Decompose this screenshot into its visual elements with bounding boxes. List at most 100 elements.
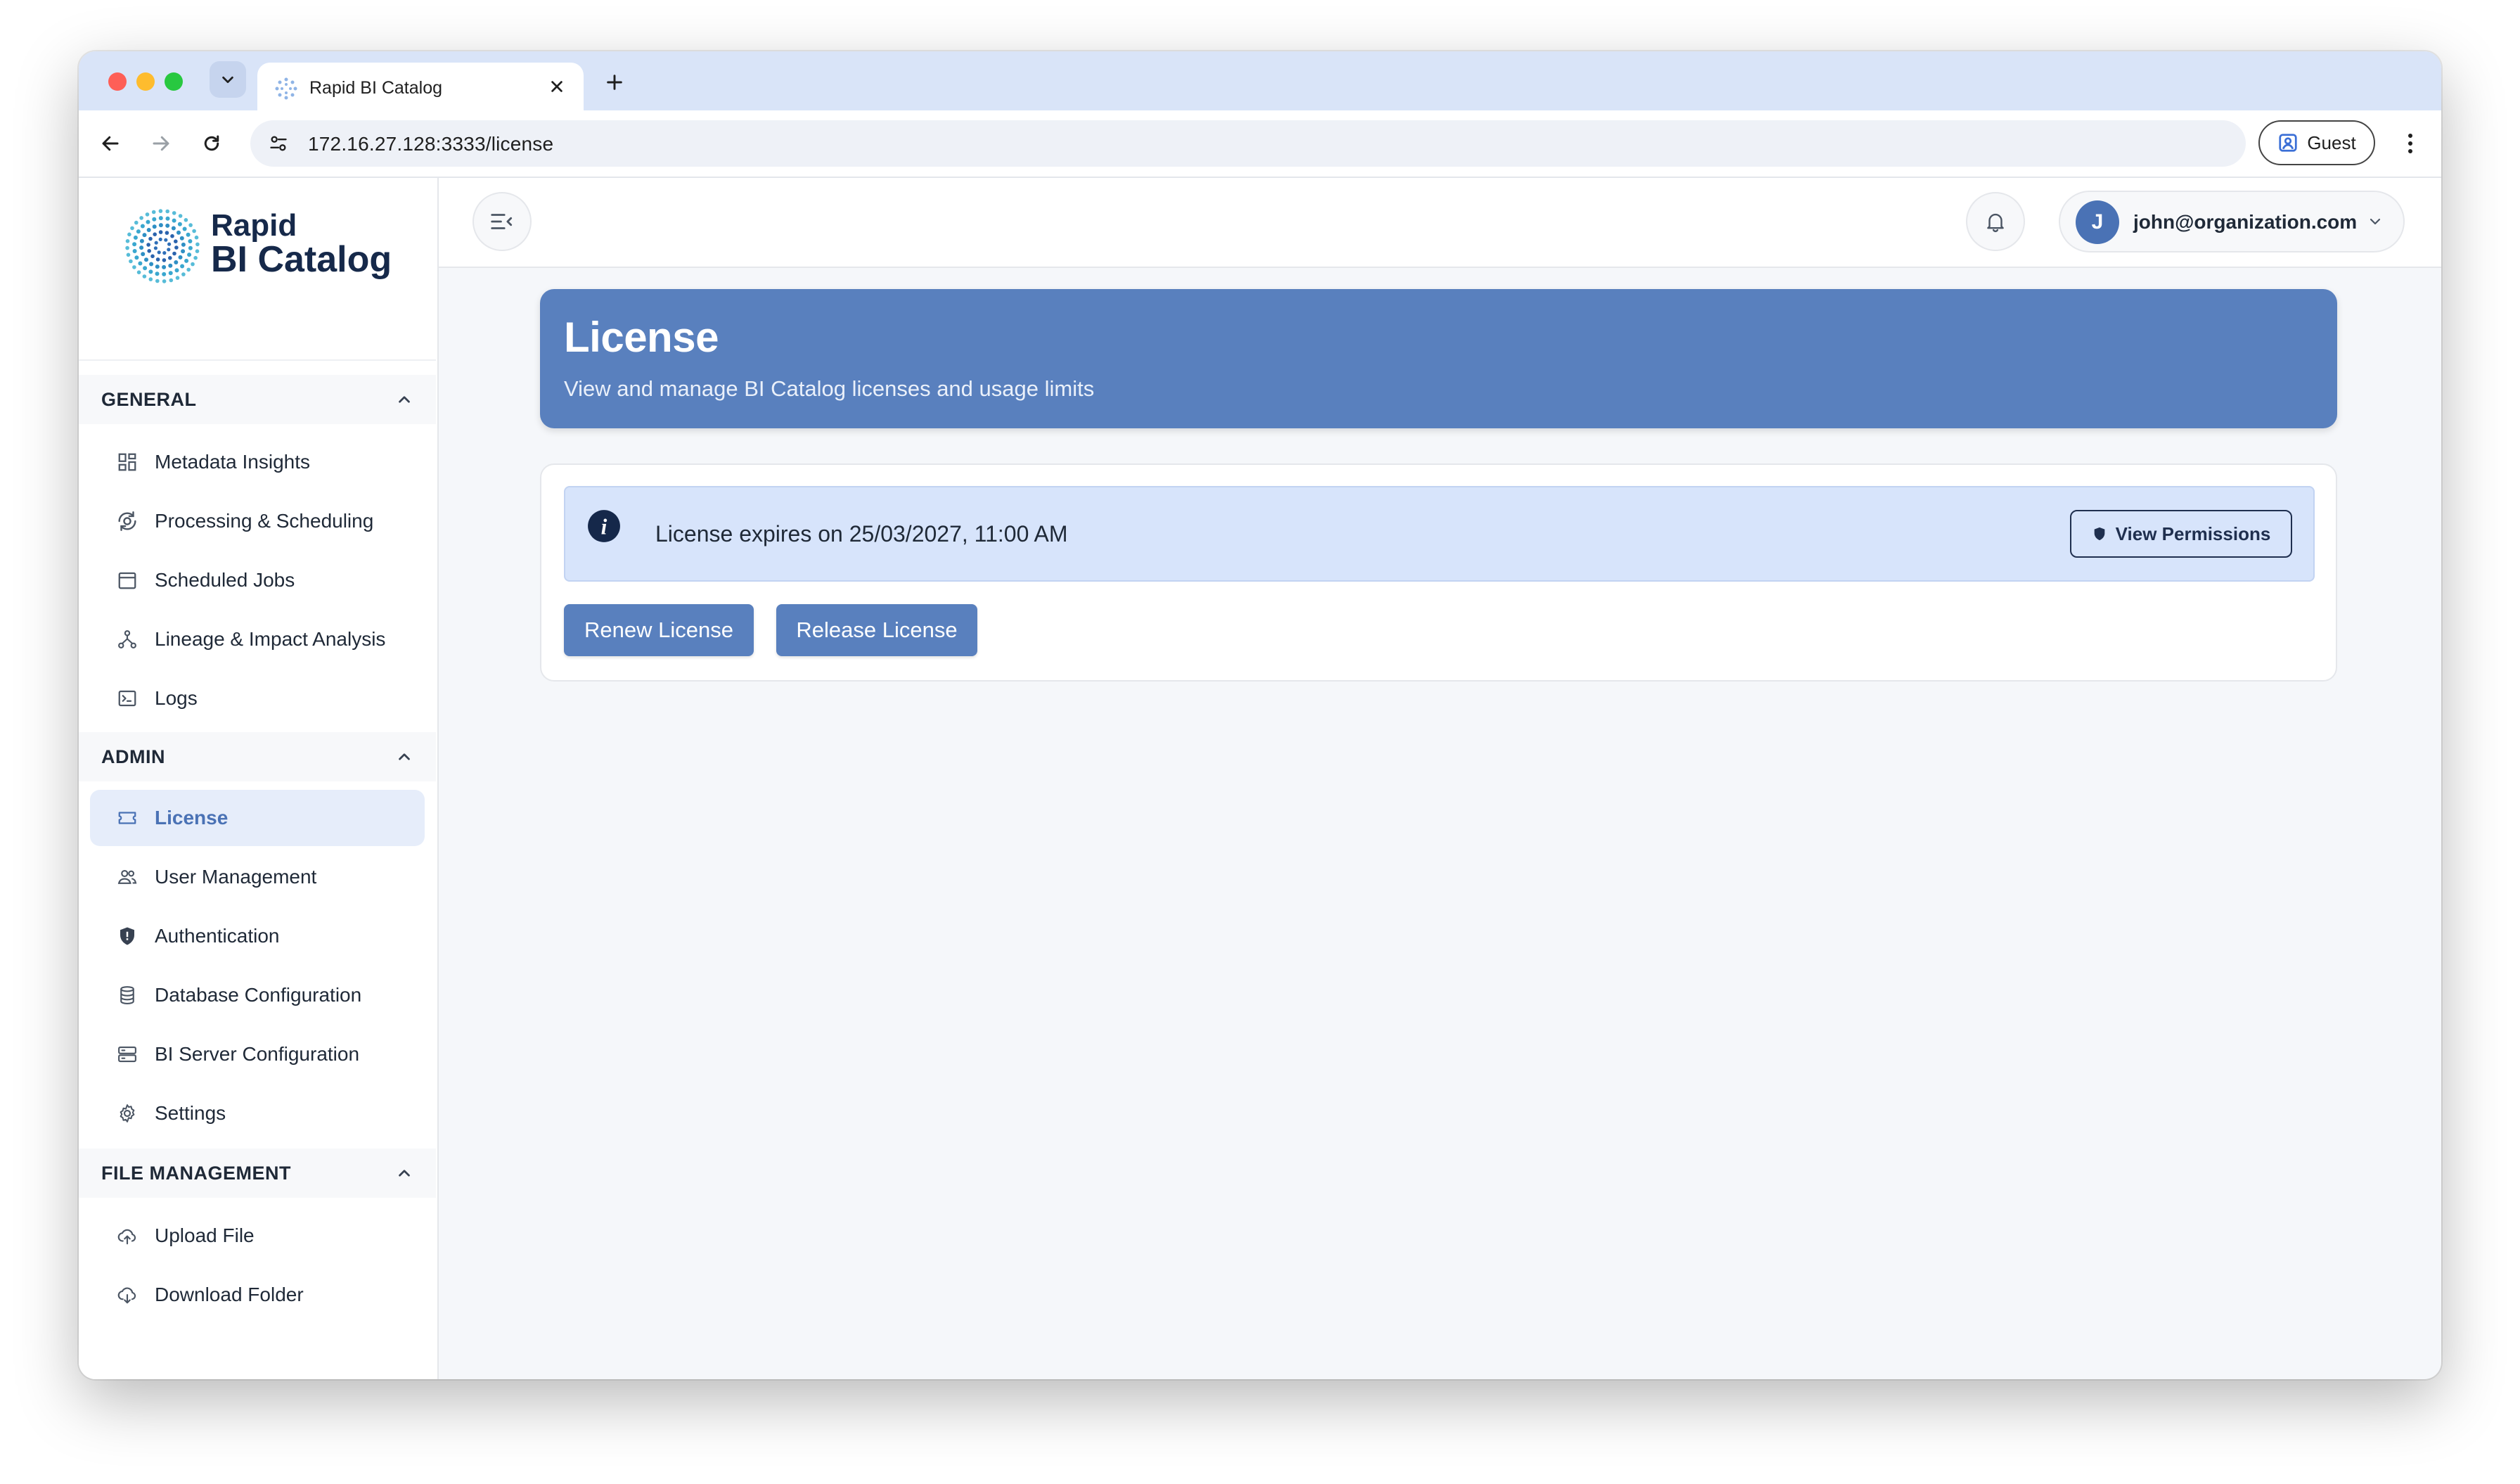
chevron-up-icon (399, 753, 410, 760)
forward-button[interactable] (143, 126, 179, 161)
site-info-button[interactable] (264, 129, 292, 158)
profile-icon (2279, 134, 2297, 152)
close-icon (551, 81, 562, 92)
user-menu-button[interactable]: J john@organization.com (2059, 191, 2405, 252)
section-admin-header[interactable]: ADMIN (79, 732, 436, 781)
logo-text: Rapid BI Catalog (211, 208, 392, 280)
page-header-banner: License View and manage BI Catalog licen… (540, 289, 2337, 428)
section-title: FILE MANAGEMENT (101, 1162, 291, 1184)
avatar: J (2076, 200, 2119, 244)
refresh-gear-icon (114, 508, 141, 535)
browser-menu-button[interactable] (2396, 126, 2424, 161)
license-expiry-alert: i License expires on 25/03/2027, 11:00 A… (564, 486, 2315, 582)
section-file-management-header[interactable]: FILE MANAGEMENT (79, 1149, 436, 1198)
sidebar-item-label: Scheduled Jobs (155, 569, 295, 591)
logo-divider (79, 359, 436, 361)
page-subtitle: View and manage BI Catalog licenses and … (564, 376, 1095, 401)
grid-icon (114, 449, 141, 475)
browser-tab[interactable]: Rapid BI Catalog (257, 63, 584, 112)
renew-license-button[interactable]: Renew License (564, 604, 754, 656)
shield-icon (2094, 527, 2105, 541)
app-logo[interactable]: Rapid BI Catalog (121, 205, 416, 289)
release-license-button[interactable]: Release License (776, 604, 977, 656)
minimize-window-button[interactable] (136, 72, 155, 91)
shield-icon (114, 923, 141, 949)
section-title: GENERAL (101, 388, 197, 410)
view-permissions-label: View Permissions (2115, 523, 2271, 544)
maximize-window-button[interactable] (165, 72, 183, 91)
sidebar-item-label: User Management (155, 866, 317, 888)
tune-icon (270, 136, 287, 151)
sidebar-item-license[interactable]: License (90, 790, 425, 846)
chevron-up-icon (399, 396, 410, 403)
user-email: john@organization.com (2133, 211, 2358, 233)
database-icon (114, 982, 141, 1009)
cloud-download-icon (114, 1281, 141, 1308)
sidebar-item-scheduled-jobs[interactable]: Scheduled Jobs (90, 552, 425, 608)
sidebar-item-label: Logs (155, 687, 198, 709)
sidebar-item-label: License (155, 807, 229, 829)
more-vertical-icon (2408, 134, 2412, 153)
page-title: License (564, 314, 719, 361)
chevron-down-icon (2370, 218, 2381, 225)
sidebar-item-upload-file[interactable]: Upload File (90, 1208, 425, 1264)
favicon-icon (275, 77, 297, 100)
license-expiry-text: License expires on 25/03/2027, 11:00 AM (655, 521, 1068, 546)
logo-line-1: Rapid (211, 208, 297, 243)
section-general-header[interactable]: GENERAL (79, 375, 436, 424)
sidebar-item-lineage-impact-analysis[interactable]: Lineage & Impact Analysis (90, 611, 425, 667)
view-permissions-button[interactable]: View Permissions (2070, 510, 2292, 558)
sidebar-item-label: Authentication (155, 925, 280, 947)
sidebar-item-authentication[interactable]: Authentication (90, 908, 425, 964)
chevron-up-icon (399, 1170, 410, 1177)
sidebar-item-bi-server-configuration[interactable]: BI Server Configuration (90, 1026, 425, 1082)
new-tab-button[interactable] (599, 67, 630, 98)
close-window-button[interactable] (108, 72, 127, 91)
sidebar-item-processing-scheduling[interactable]: Processing & Scheduling (90, 493, 425, 549)
tab-search-button[interactable] (210, 61, 246, 98)
section-title: ADMIN (101, 746, 165, 767)
profile-label: Guest (2307, 132, 2356, 153)
license-card: i License expires on 25/03/2027, 11:00 A… (540, 463, 2337, 682)
sidebar-item-label: BI Server Configuration (155, 1043, 360, 1065)
menu-collapse-icon (491, 214, 513, 229)
sidebar-item-label: Upload File (155, 1224, 255, 1246)
arrow-left-icon (102, 136, 119, 151)
collapse-sidebar-button[interactable] (472, 192, 532, 251)
sidebar-item-user-management[interactable]: User Management (90, 849, 425, 905)
arrow-right-icon (153, 136, 169, 151)
reload-button[interactable] (194, 126, 229, 161)
sidebar-item-settings[interactable]: Settings (90, 1085, 425, 1141)
gear-icon (114, 1100, 141, 1127)
url-text: 172.16.27.128:3333/license (308, 133, 554, 155)
reload-icon (204, 135, 219, 151)
lineage-icon (114, 626, 141, 653)
sidebar-item-label: Database Configuration (155, 984, 362, 1006)
back-button[interactable] (93, 126, 128, 161)
profile-button[interactable]: Guest (2258, 120, 2375, 165)
address-bar[interactable]: 172.16.27.128:3333/license (250, 120, 2246, 167)
sidebar-item-label: Settings (155, 1102, 226, 1124)
chevron-down-icon (222, 76, 233, 84)
sidebar-item-label: Download Folder (155, 1284, 304, 1305)
tab-close-button[interactable] (543, 72, 571, 101)
sidebar-item-label: Lineage & Impact Analysis (155, 628, 386, 650)
ticket-icon (114, 805, 141, 831)
sidebar-item-label: Metadata Insights (155, 451, 311, 473)
browser-window: Rapid BI Catalog 172.16.27.128:3333/lice… (79, 51, 2441, 1379)
svg-text:i: i (601, 514, 608, 539)
sidebar-item-logs[interactable]: Logs (90, 670, 425, 727)
logo-line-2: BI Catalog (211, 239, 392, 280)
logo-mark-icon (125, 209, 200, 283)
plus-icon (607, 75, 622, 90)
notifications-button[interactable] (1966, 192, 2025, 251)
sidebar-item-download-folder[interactable]: Download Folder (90, 1267, 425, 1323)
tab-title: Rapid BI Catalog (309, 78, 443, 98)
terminal-icon (114, 685, 141, 712)
sidebar-item-database-configuration[interactable]: Database Configuration (90, 967, 425, 1023)
app-header: J john@organization.com (439, 178, 2441, 268)
calendar-icon (114, 567, 141, 594)
cloud-upload-icon (114, 1222, 141, 1249)
sidebar-item-metadata-insights[interactable]: Metadata Insights (90, 434, 425, 490)
sidebar: Rapid BI Catalog GENERAL Metadata Insigh… (79, 178, 439, 1379)
